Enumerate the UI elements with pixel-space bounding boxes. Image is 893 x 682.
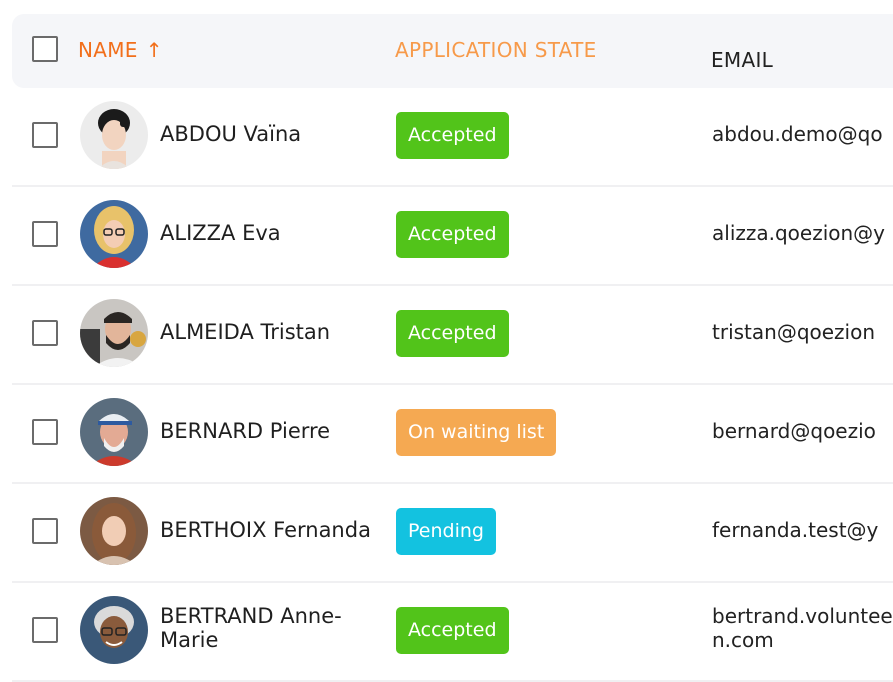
table-row[interactable]: BERTRAND Anne-Marie Accepted bertrand.volu… [12, 583, 893, 682]
sort-ascending-icon: ↑ [145, 38, 163, 62]
volunteer-email: alizza.qoezion@y [712, 221, 886, 245]
column-header-name-label: NAME [78, 38, 138, 62]
row-checkbox[interactable] [32, 518, 58, 544]
old-man-cap-avatar [80, 398, 148, 466]
table-row[interactable]: BERTHOIX Fernanda Pending fernanda.test@y [12, 484, 893, 583]
row-checkbox[interactable] [32, 320, 58, 346]
table-row[interactable]: ALIZZA Eva Accepted alizza.qoezion@y [12, 187, 893, 286]
volunteer-name[interactable]: ALMEIDA Tristan [160, 320, 330, 344]
table-header: NAME ↑ APPLICATION STATE EMAIL [12, 14, 893, 88]
status-badge: Accepted [396, 310, 509, 357]
status-badge: Accepted [396, 211, 509, 258]
volunteer-email: bernard@qoezio [712, 419, 876, 443]
volunteer-name[interactable]: BERTHOIX Fernanda [160, 518, 371, 542]
status-badge: Accepted [396, 607, 509, 654]
volunteer-email: fernanda.test@y [712, 518, 879, 542]
column-header-application-state[interactable]: APPLICATION STATE [395, 38, 597, 62]
volunteer-name[interactable]: BERNARD Pierre [160, 419, 330, 443]
woman-dark-hair-avatar [80, 101, 148, 169]
table-body: ABDOU Vaïna Accepted abdou.demo@qo ALIZZA E… [12, 88, 893, 682]
row-checkbox[interactable] [32, 221, 58, 247]
row-checkbox[interactable] [32, 419, 58, 445]
status-badge: On waiting list [396, 409, 557, 456]
volunteer-name[interactable]: ABDOU Vaïna [160, 122, 301, 146]
row-checkbox[interactable] [32, 122, 58, 148]
volunteers-table: NAME ↑ APPLICATION STATE EMAIL ABDOU Vaïn… [12, 14, 893, 682]
table-row[interactable]: BERNARD Pierre On waiting list bernard@qoe… [12, 385, 893, 484]
man-beard-avatar [80, 299, 148, 367]
column-header-name[interactable]: NAME ↑ [78, 38, 163, 62]
volunteer-email: abdou.demo@qo [712, 122, 883, 146]
status-badge: Accepted [396, 112, 509, 159]
status-badge: Pending [396, 508, 496, 555]
woman-long-hair-avatar [80, 497, 148, 565]
table-row[interactable]: ALMEIDA Tristan Accepted tristan@qoezion [12, 286, 893, 385]
row-checkbox[interactable] [32, 617, 58, 643]
volunteer-email: tristan@qoezion [712, 320, 876, 344]
woman-smiling-avatar [80, 596, 148, 664]
volunteer-name[interactable]: ALIZZA Eva [160, 221, 281, 245]
select-all-checkbox[interactable] [32, 36, 58, 62]
volunteer-email: bertrand.volunteen.com [712, 604, 893, 652]
table-row[interactable]: ABDOU Vaïna Accepted abdou.demo@qo [12, 88, 893, 187]
woman-glasses-avatar [80, 200, 148, 268]
column-header-email[interactable]: EMAIL [711, 48, 892, 72]
volunteer-name[interactable]: BERTRAND Anne-Marie [160, 604, 380, 652]
